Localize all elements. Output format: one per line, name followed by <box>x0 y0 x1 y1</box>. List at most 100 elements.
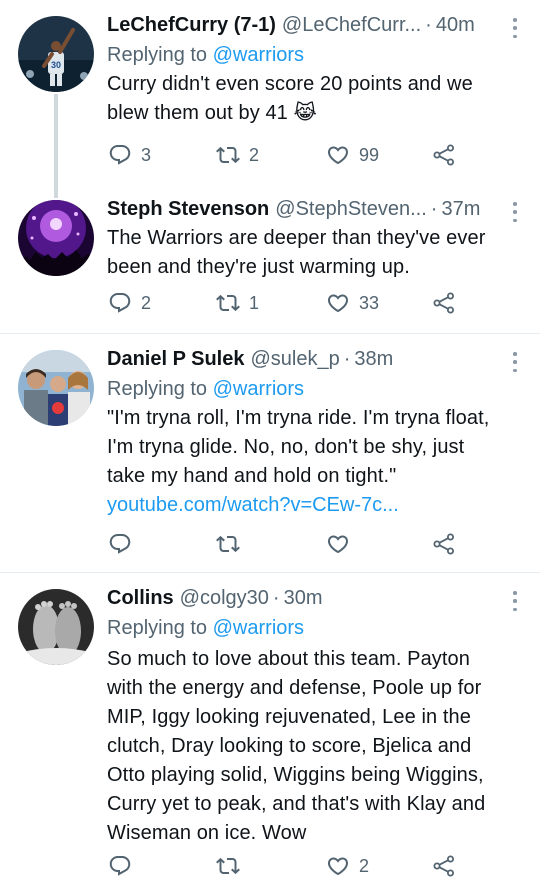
share-button[interactable] <box>432 140 456 170</box>
retweet-button[interactable] <box>216 529 249 559</box>
tweet-text-line: clutch, Dray looking to score, Bjelica a… <box>107 735 472 757</box>
user-handle[interactable]: @LeChefCurr... <box>282 10 421 40</box>
share-button[interactable] <box>432 851 456 881</box>
retweet-button[interactable]: 2 <box>216 140 259 170</box>
tweet-header: Daniel P Sulek @sulek_p · 38m <box>107 344 524 374</box>
replying-to-mention[interactable]: @warriors <box>213 617 304 639</box>
heart-icon <box>326 143 350 167</box>
reply-icon <box>108 854 132 878</box>
share-button[interactable] <box>432 288 456 318</box>
replying-to-label: Replying to <box>107 378 208 400</box>
reply-button[interactable] <box>108 851 141 881</box>
tweet-text-line: The Warriors are deeper than they've eve… <box>107 227 486 249</box>
time-separator: · <box>272 587 280 609</box>
replying-to: Replying to @warriors <box>107 374 524 404</box>
retweet-count: 2 <box>249 144 260 165</box>
avatar[interactable]: 30 <box>18 16 94 92</box>
reply-count: 2 <box>141 292 152 313</box>
more-options-icon[interactable] <box>512 202 518 222</box>
reply-button[interactable] <box>108 529 141 559</box>
retweet-count: 1 <box>249 292 260 313</box>
timestamp[interactable]: 40m <box>436 10 475 40</box>
heart-icon <box>326 854 350 878</box>
retweet-icon <box>216 532 240 556</box>
like-button[interactable]: 2 <box>326 851 369 881</box>
timestamp[interactable]: 37m <box>441 194 480 224</box>
tweet-text-line: "I'm tryna roll, I'm tryna ride. I'm try… <box>107 407 490 429</box>
display-name[interactable]: Daniel P Sulek <box>107 344 244 374</box>
like-button[interactable]: 99 <box>326 140 379 170</box>
retweet-icon <box>216 291 240 315</box>
tweet-text-line: been and they're just warming up. <box>107 256 410 278</box>
tweet-text-line: Wiseman on ice. Wow <box>107 822 307 844</box>
tweet-header: LeChefCurry (7-1) @LeChefCurr... · 40m <box>107 10 524 40</box>
retweet-icon <box>216 143 240 167</box>
like-button[interactable] <box>326 529 359 559</box>
tweet-text-line: I'm tryna glide. No, no, don't be shy, j… <box>107 436 465 458</box>
display-name[interactable]: LeChefCurry (7-1) <box>107 10 276 40</box>
tweet-text-line: Otto playing solid, Wiggins being Wiggin… <box>107 764 484 786</box>
display-name[interactable]: Steph Stevenson <box>107 194 269 224</box>
tweet-actions: 2 <box>108 851 468 881</box>
tweet-3[interactable]: Daniel P Sulek @sulek_p · 38m Replying t… <box>0 334 540 572</box>
youtube-link[interactable]: youtube.com/watch?v=CEw-7c... <box>107 491 524 520</box>
svg-text:30: 30 <box>51 60 61 70</box>
tweet-text-line: with the energy and defense, Poole up fo… <box>107 677 482 699</box>
more-options-icon[interactable] <box>512 591 518 611</box>
replying-to-mention[interactable]: @warriors <box>213 44 304 66</box>
retweet-icon <box>216 854 240 878</box>
avatar[interactable] <box>18 350 94 426</box>
avatar[interactable] <box>18 200 94 276</box>
retweet-button[interactable]: 1 <box>216 288 259 318</box>
tweet-actions: 3 2 99 <box>108 140 468 170</box>
replying-to-label: Replying to <box>107 44 208 66</box>
like-count: 33 <box>359 292 380 313</box>
tweet-content: Collins @colgy30 · 30m Replying to @warr… <box>107 583 524 848</box>
more-options-icon[interactable] <box>512 352 518 372</box>
heart-icon <box>326 291 350 315</box>
tweet-2[interactable]: Steph Stevenson @StephSteven... · 37m Th… <box>0 190 540 333</box>
tweet-text-line: take my hand and hold on tight." <box>107 465 397 487</box>
share-button[interactable] <box>432 529 456 559</box>
tweet-text: Curry didn't even score 20 points and we… <box>107 70 524 128</box>
tweet-text: So much to love about this team. Payton … <box>107 645 524 848</box>
heart-icon <box>326 532 350 556</box>
time-separator: · <box>343 348 351 370</box>
reply-icon <box>108 532 132 556</box>
share-icon <box>432 143 456 167</box>
more-options-icon[interactable] <box>512 18 518 38</box>
like-button[interactable]: 33 <box>326 288 379 318</box>
time-separator: · <box>425 14 432 36</box>
tweet-text-line: Curry yet to peak, and that's with Klay … <box>107 793 486 815</box>
tweet-content: Daniel P Sulek @sulek_p · 38m Replying t… <box>107 344 524 520</box>
user-handle[interactable]: @StephSteven... <box>275 194 427 224</box>
tweet-4[interactable]: Collins @colgy30 · 30m Replying to @warr… <box>0 573 540 893</box>
tweet-content: Steph Stevenson @StephSteven... · 37m Th… <box>107 194 524 282</box>
replying-to-label: Replying to <box>107 617 208 639</box>
replying-to: Replying to @warriors <box>107 613 524 643</box>
tweet-text: "I'm tryna roll, I'm tryna ride. I'm try… <box>107 404 524 491</box>
tweet-content: LeChefCurry (7-1) @LeChefCurr... · 40m R… <box>107 10 524 128</box>
user-handle[interactable]: @sulek_p <box>250 344 339 374</box>
reply-icon <box>108 291 132 315</box>
like-count: 99 <box>359 144 380 165</box>
user-handle[interactable]: @colgy30 <box>180 583 269 613</box>
display-name[interactable]: Collins <box>107 583 174 613</box>
reply-button[interactable]: 2 <box>108 288 151 318</box>
tweet-actions: 2 1 33 <box>108 288 468 318</box>
avatar-image-group-photo <box>18 350 94 426</box>
timestamp[interactable]: 38m <box>354 344 393 374</box>
tweet-header: Steph Stevenson @StephSteven... · 37m <box>107 194 524 224</box>
like-count: 2 <box>359 855 370 876</box>
avatar[interactable] <box>18 589 94 665</box>
tweet-1[interactable]: 30 LeChefCurry (7-1) @LeChefCurr... · 40… <box>0 0 540 190</box>
retweet-button[interactable] <box>216 851 249 881</box>
reply-button[interactable]: 3 <box>108 140 151 170</box>
timestamp[interactable]: 30m <box>284 583 323 613</box>
tweet-text-line: MIP, Iggy looking rejuvenated, Lee in th… <box>107 706 471 728</box>
tweet-text-line: blew them out by 41 😹 <box>107 102 318 124</box>
replying-to-mention[interactable]: @warriors <box>213 378 304 400</box>
tweet-header: Collins @colgy30 · 30m <box>107 583 524 613</box>
reply-icon <box>108 143 132 167</box>
tweet-text-line: Curry didn't even score 20 points and we <box>107 73 473 95</box>
